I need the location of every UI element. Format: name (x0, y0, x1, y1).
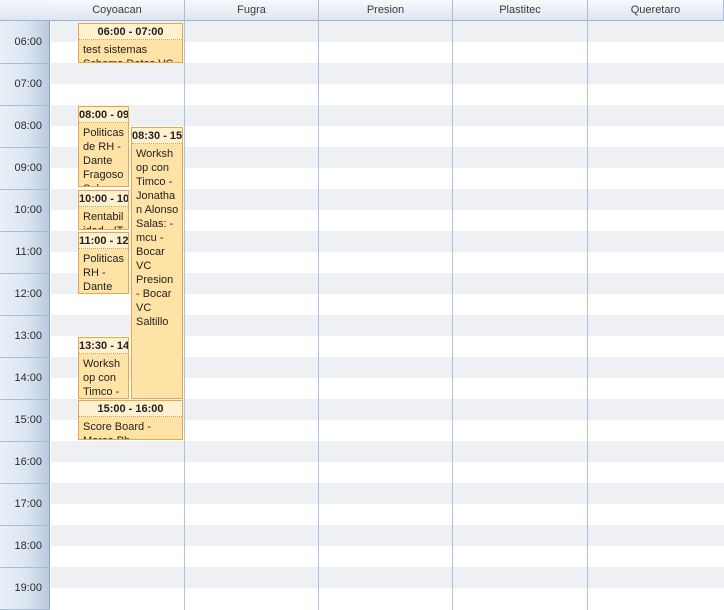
appointment-time: 08:30 - 15:00 (132, 128, 182, 144)
hour-divider (0, 189, 50, 190)
time-label: 16:00 (14, 456, 42, 468)
appointment-test-sistemas[interactable]: 06:00 - 07:00 test sistemas Schema Datos… (78, 23, 183, 63)
appointment-rentabilidad[interactable]: 10:00 - 10:45 Rentabilidad - IT (78, 190, 129, 230)
resource-header-queretaro[interactable]: Queretaro (588, 0, 724, 21)
column-separator (587, 21, 588, 610)
appointment-workshop-timco[interactable]: 08:30 - 15:00 Workshop con Timco - Jonat… (131, 127, 183, 399)
time-slot-row[interactable] (51, 567, 724, 588)
column-separator (184, 21, 185, 610)
time-slot-row[interactable] (51, 588, 724, 609)
time-slot-row[interactable] (51, 462, 724, 483)
appointment-politicas-rh[interactable]: 08:00 - 09:45 Politicas de RH - Dante Fr… (78, 106, 129, 187)
time-label: 14:00 (14, 372, 42, 384)
appointment-title: Workshop con Timco - Jonathan Alonso Sal… (136, 148, 179, 328)
appointment-title: test sistemas Schema Datos VC (83, 44, 173, 62)
appointment-time: 13:30 - 14:30 (79, 338, 128, 354)
time-label: 09:00 (14, 162, 42, 174)
time-slot-row[interactable] (51, 525, 724, 546)
hour-divider (0, 315, 50, 316)
appointment-time: 08:00 - 09:45 (79, 107, 128, 123)
hour-divider (0, 525, 50, 526)
resource-header-presion[interactable]: Presion (319, 0, 453, 21)
time-label: 19:00 (14, 582, 42, 594)
time-label: 07:00 (14, 78, 42, 90)
hour-divider (0, 147, 50, 148)
appointment-time: 11:00 - 12:30 (79, 233, 128, 249)
time-label: 10:00 (14, 204, 42, 216)
appointment-title: Politicas RH - Dante (83, 253, 124, 293)
appointment-time: 10:00 - 10:45 (79, 191, 128, 207)
time-label: 13:00 (14, 330, 42, 342)
time-slot-row[interactable] (51, 483, 724, 504)
hour-divider (0, 483, 50, 484)
appointment-time: 15:00 - 16:00 (79, 401, 182, 417)
appointment-score-board[interactable]: 15:00 - 16:00 Score Board - Marco Ph (78, 400, 183, 440)
resource-header-fugra[interactable]: Fugra (185, 0, 319, 21)
appointment-workshop-timco-2[interactable]: 13:30 - 14:30 Workshop con Timco - Bocar (78, 337, 129, 399)
appointment-title: Workshop con Timco - Bocar (83, 358, 121, 398)
time-label: 12:00 (14, 288, 42, 300)
hour-divider (0, 399, 50, 400)
time-ruler: 06:00 07:00 08:00 09:00 10:00 11:00 12:0… (0, 21, 50, 610)
time-slot-row[interactable] (51, 63, 724, 84)
appointment-title: Score Board - Marco Ph (83, 421, 151, 439)
time-slot-row[interactable] (51, 504, 724, 525)
hour-divider (0, 105, 50, 106)
resource-header-coyoacan[interactable]: Coyoacan (50, 0, 185, 21)
scheduler-day-view: Coyoacan Fugra Presion Plastitec Quereta… (0, 0, 724, 610)
hour-divider (0, 441, 50, 442)
time-slot-row[interactable] (51, 546, 724, 567)
appointment-title: Politicas de RH - Dante Fragoso Salas: (83, 127, 124, 186)
hour-divider (0, 357, 50, 358)
time-label: 15:00 (14, 414, 42, 426)
time-label: 11:00 (15, 246, 42, 258)
time-label: 17:00 (14, 498, 42, 510)
header-corner (0, 0, 50, 21)
hour-divider (0, 231, 50, 232)
resource-header-plastitec[interactable]: Plastitec (453, 0, 588, 21)
time-slot-row[interactable] (51, 105, 724, 126)
time-label: 18:00 (14, 540, 42, 552)
time-label: 06:00 (14, 36, 42, 48)
time-slot-row[interactable] (51, 441, 724, 462)
column-separator (452, 21, 453, 610)
hour-divider (0, 273, 50, 274)
hour-divider (0, 567, 50, 568)
time-slot-row[interactable] (51, 84, 724, 105)
appointment-title: Rentabilidad - IT (83, 211, 124, 229)
time-label: 08:00 (14, 120, 42, 132)
appointment-time: 06:00 - 07:00 (79, 24, 182, 40)
hour-divider (0, 63, 50, 64)
appointment-politicas-rh-2[interactable]: 11:00 - 12:30 Politicas RH - Dante (78, 232, 129, 294)
column-separator (318, 21, 319, 610)
